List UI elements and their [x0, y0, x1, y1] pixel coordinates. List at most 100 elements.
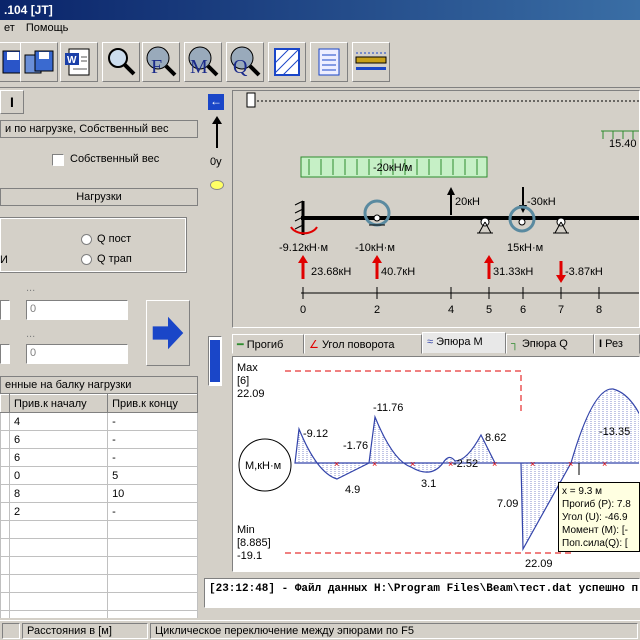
table-row[interactable]: 6- [0, 448, 198, 467]
cell-end[interactable] [107, 574, 198, 593]
cell-start[interactable] [8, 610, 109, 618]
point-load-20[interactable] [447, 187, 455, 215]
val-f: -2.52 [453, 458, 478, 470]
position-start-field[interactable]: 0 [26, 300, 128, 320]
applied-loads-header: енные на балку нагрузки [0, 376, 198, 394]
beam-scheme-panel: -20кН/м 15.40 -9.12кН·м -10кН·м 20кН -30… [232, 90, 640, 328]
table-row[interactable] [0, 610, 198, 618]
dots-label-2: ... [26, 328, 36, 340]
axis-tick-label: 8 [596, 304, 602, 316]
cell-start[interactable] [8, 574, 109, 593]
cell-end[interactable]: - [107, 412, 198, 431]
tab-rotation[interactable]: ∠ Угол поворота [304, 334, 422, 354]
menu-item-help[interactable]: Помощь [26, 22, 69, 34]
point-load-30-label: -30кН [527, 196, 556, 208]
table-row[interactable]: 6- [0, 430, 198, 449]
cell-start[interactable] [8, 538, 109, 557]
table-row[interactable] [0, 592, 198, 611]
field-left-2[interactable] [0, 344, 10, 364]
self-weight-label: Собственный вес [70, 153, 160, 165]
left-panel: I и по нагрузке, Собственный вес Собстве… [0, 90, 202, 618]
max-value: 22.09 [237, 388, 265, 400]
cell-start[interactable]: 6 [8, 430, 109, 449]
diagram-scroll[interactable] [208, 336, 222, 386]
tab-deflection[interactable]: ━ Прогиб [232, 334, 304, 354]
beam-button[interactable] [352, 42, 390, 82]
cell-start[interactable] [8, 556, 109, 575]
distributed-load[interactable]: -20кН/м [300, 156, 488, 178]
val-d: 4.9 [345, 484, 360, 496]
position-end-field[interactable]: 0 [26, 344, 128, 364]
list-icon [318, 48, 340, 76]
cell-end[interactable]: - [107, 448, 198, 467]
cell-end[interactable]: 5 [107, 466, 198, 485]
cell-start[interactable]: 6 [8, 448, 109, 467]
back-icon[interactable]: ← [208, 94, 224, 110]
cell-start[interactable]: 4 [8, 412, 109, 431]
moment-10-label: -10кН·м [355, 242, 395, 254]
svg-text:F: F [151, 56, 162, 78]
zoom-button[interactable] [102, 42, 140, 82]
q-view-button[interactable]: Q [226, 42, 264, 82]
table-row[interactable] [0, 538, 198, 557]
apply-load-button[interactable] [146, 300, 190, 366]
table-row[interactable]: 2- [0, 502, 198, 521]
table-row[interactable]: 8 10 [0, 484, 198, 503]
cell-start[interactable] [8, 520, 109, 539]
table-row[interactable]: 05 [0, 466, 198, 485]
val-c: -1.76 [343, 440, 368, 452]
menu-item-edit[interactable]: ет [4, 22, 15, 34]
row-indicator [0, 538, 10, 557]
beam-icon [355, 52, 387, 70]
val-h: 7.09 [497, 498, 518, 510]
cell-end[interactable] [107, 610, 198, 618]
cell-end[interactable]: - [107, 430, 198, 449]
table-row[interactable] [0, 574, 198, 593]
cell-start[interactable]: 2 [8, 502, 109, 521]
table-row[interactable]: 4- [0, 412, 198, 431]
tab-results-label: Рез [605, 338, 623, 350]
ruler-slider[interactable] [246, 92, 256, 108]
cell-end[interactable] [107, 538, 198, 557]
table-row[interactable] [0, 520, 198, 539]
diagram-tabs: ━ Прогиб ∠ Угол поворота ≈ Эпюра M ┐ Эпю… [232, 332, 640, 356]
cell-end[interactable] [107, 592, 198, 611]
cell-end[interactable] [107, 520, 198, 539]
tab-moment[interactable]: ≈ Эпюра M [422, 332, 506, 354]
self-weight-checkbox[interactable] [52, 154, 64, 166]
log-panel: [23:12:48] - Файл данных H:\Program File… [204, 578, 640, 608]
pin-support-7[interactable] [553, 217, 569, 234]
cell-start[interactable]: 0 [8, 466, 109, 485]
cell-end[interactable]: 10 [107, 484, 198, 503]
cell-end[interactable]: - [107, 502, 198, 521]
diagram-marker: × [410, 459, 415, 469]
cell-start[interactable] [8, 592, 109, 611]
log-line: [23:12:48] - Файл данных H:\Program File… [209, 583, 639, 595]
list-button[interactable] [310, 42, 348, 82]
save-all-button[interactable] [20, 42, 58, 82]
diagram-marker: × [568, 459, 573, 469]
tab-results[interactable]: I Рез [594, 334, 640, 354]
moment-10[interactable] [363, 199, 391, 227]
cell-start[interactable]: 8 [8, 484, 109, 503]
table-row[interactable] [0, 556, 198, 575]
pin-support-5[interactable] [477, 217, 493, 234]
max-label: Max [237, 362, 258, 374]
val-e: 3.1 [421, 478, 436, 490]
radio-q-const[interactable] [81, 234, 92, 245]
comment-icon[interactable] [210, 180, 224, 190]
beam-scheme: -20кН/м 15.40 -9.12кН·м -10кН·м 20кН -30… [246, 92, 640, 316]
col-start-header[interactable]: Прив.к началу [8, 394, 109, 413]
tab-shear[interactable]: ┐ Эпюра Q [506, 334, 594, 354]
m-view-button[interactable]: M [184, 42, 222, 82]
hatch-button[interactable] [268, 42, 306, 82]
field-left-1[interactable] [0, 300, 10, 320]
f-view-button[interactable]: F [142, 42, 180, 82]
val-b: -11.76 [373, 402, 403, 414]
word-export-button[interactable]: W [60, 42, 98, 82]
right-distributed-load[interactable]: 15.40 [601, 130, 640, 150]
tab-section-icon[interactable]: I [0, 90, 24, 114]
cell-end[interactable] [107, 556, 198, 575]
radio-q-trap[interactable] [81, 254, 92, 265]
col-end-header[interactable]: Прив.к концу [107, 394, 198, 413]
